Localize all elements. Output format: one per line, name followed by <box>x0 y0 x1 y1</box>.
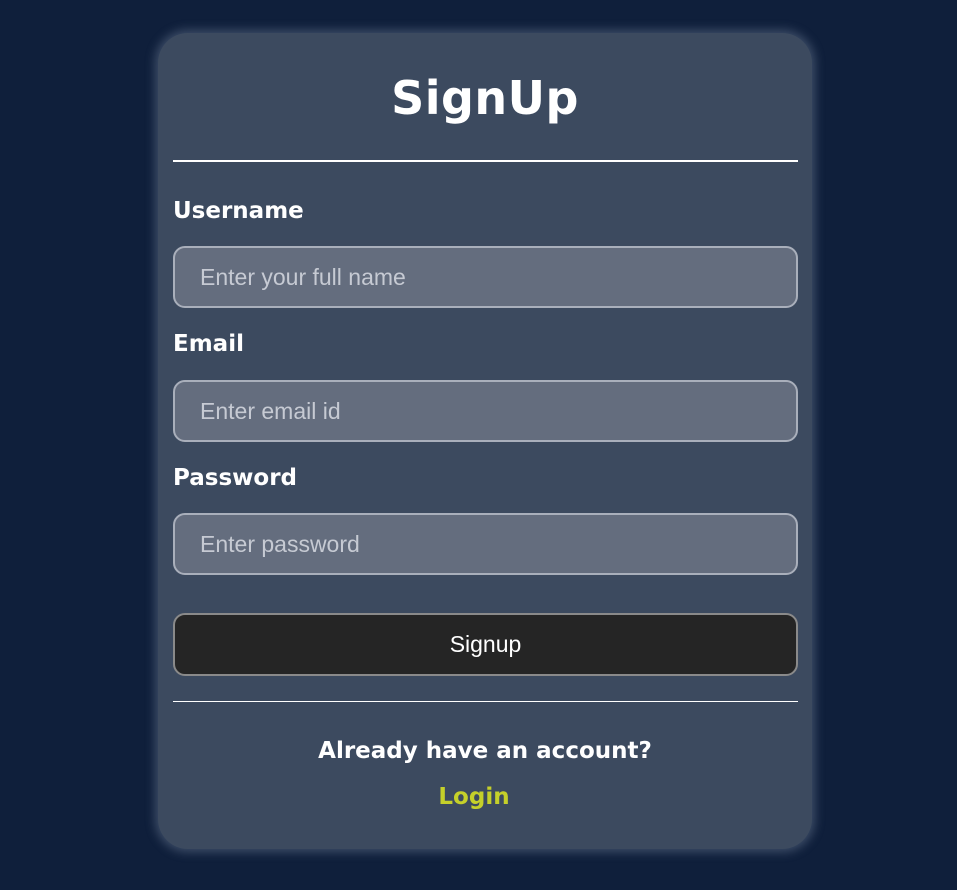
email-label: Email <box>173 331 244 357</box>
signup-button[interactable]: Signup <box>173 613 798 676</box>
login-link[interactable]: Login <box>438 784 509 810</box>
page-title: SignUp <box>391 71 579 125</box>
password-label: Password <box>173 465 297 491</box>
email-input[interactable] <box>173 380 798 442</box>
footer-divider <box>173 701 798 702</box>
password-input[interactable] <box>173 513 798 575</box>
login-link-wrapper: Login <box>158 781 812 813</box>
signup-card: SignUp Username Email Password Signup Al… <box>158 33 812 849</box>
account-prompt: Already have an account? <box>318 738 652 764</box>
title-divider <box>173 160 798 162</box>
username-label: Username <box>173 198 304 224</box>
username-input[interactable] <box>173 246 798 308</box>
